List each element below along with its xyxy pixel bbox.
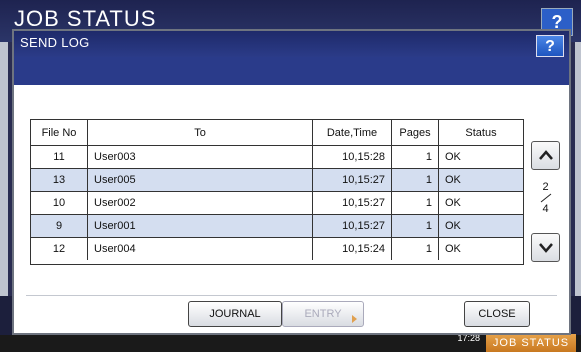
cell-date-time: 10,15:27 (312, 168, 392, 192)
cell-file-no: 13 (31, 168, 88, 192)
cell-file-no: 11 (31, 145, 88, 169)
cell-date-time: 10,15:28 (312, 145, 392, 169)
column-header-status[interactable]: Status (438, 120, 523, 146)
cell-date-time: 10,15:27 (312, 214, 392, 238)
help-icon: ? (545, 38, 555, 55)
cell-file-no: 10 (31, 191, 88, 215)
cell-date-time: 10,15:24 (312, 237, 392, 260)
cell-pages: 1 (391, 214, 439, 238)
cell-to: User005 (87, 168, 313, 192)
send-log-dialog: SEND LOG ? File No To Date,Time Pages St… (12, 29, 571, 335)
cell-to: User003 (87, 145, 313, 169)
column-header-date-time[interactable]: Date,Time (312, 120, 392, 146)
job-status-button[interactable]: JOB STATUS (486, 334, 576, 352)
table-row[interactable]: 11 User003 10,15:28 1 OK (31, 145, 523, 169)
cell-file-no: 9 (31, 214, 88, 238)
clock-time: 17:28 (457, 333, 480, 343)
table-header-row: File No To Date,Time Pages Status (31, 120, 523, 146)
column-header-to[interactable]: To (87, 120, 313, 146)
dialog-header: SEND LOG ? (14, 31, 569, 57)
scroll-down-button[interactable] (531, 233, 560, 262)
cell-to: User001 (87, 214, 313, 238)
column-header-pages[interactable]: Pages (391, 120, 439, 146)
cell-status: OK (438, 145, 523, 169)
cell-pages: 1 (391, 145, 439, 169)
help-button[interactable]: ? (536, 35, 564, 57)
cell-status: OK (438, 168, 523, 192)
cell-file-no: 12 (31, 237, 88, 260)
cell-status: OK (445, 243, 461, 255)
entry-button[interactable]: ENTRY (282, 301, 364, 327)
table-row[interactable]: 10 User002 10,15:27 1 OK (31, 191, 523, 215)
send-log-table: File No To Date,Time Pages Status 11 Use… (30, 119, 524, 265)
cell-status: OK (438, 191, 523, 215)
cell-pages: 1 (391, 237, 439, 260)
cell-status: OK (438, 214, 523, 238)
background-panel-left (0, 42, 8, 296)
page-current: 2 (542, 181, 549, 193)
entry-label: ENTRY (304, 308, 342, 320)
arrow-up-icon (538, 150, 553, 160)
cell-to: User002 (87, 191, 313, 215)
cell-to: User004 (87, 237, 313, 260)
page-indicator: 2 4 (531, 181, 560, 215)
footer-divider (26, 295, 557, 296)
cell-pages: 1 (391, 168, 439, 192)
journal-button[interactable]: JOURNAL (188, 301, 282, 327)
dialog-title: SEND LOG (20, 35, 90, 50)
table-row[interactable]: 13 User005 10,15:27 1 OK (31, 168, 523, 192)
arrow-down-icon (538, 243, 553, 253)
cell-pages: 1 (391, 191, 439, 215)
page-separator (531, 193, 560, 203)
cell-date-time: 10,15:27 (312, 191, 392, 215)
page-total: 4 (542, 203, 549, 215)
entry-submenu-icon (352, 315, 357, 323)
table-row[interactable]: 12 User004 10,15:24 1 OK (31, 237, 523, 260)
dialog-info-band (14, 57, 569, 85)
table-row[interactable]: 9 User001 10,15:27 1 OK (31, 214, 523, 238)
background-panel-right (575, 42, 581, 296)
close-button[interactable]: CLOSE (464, 301, 530, 327)
scroll-up-button[interactable] (531, 141, 560, 170)
column-header-file-no[interactable]: File No (31, 120, 88, 146)
